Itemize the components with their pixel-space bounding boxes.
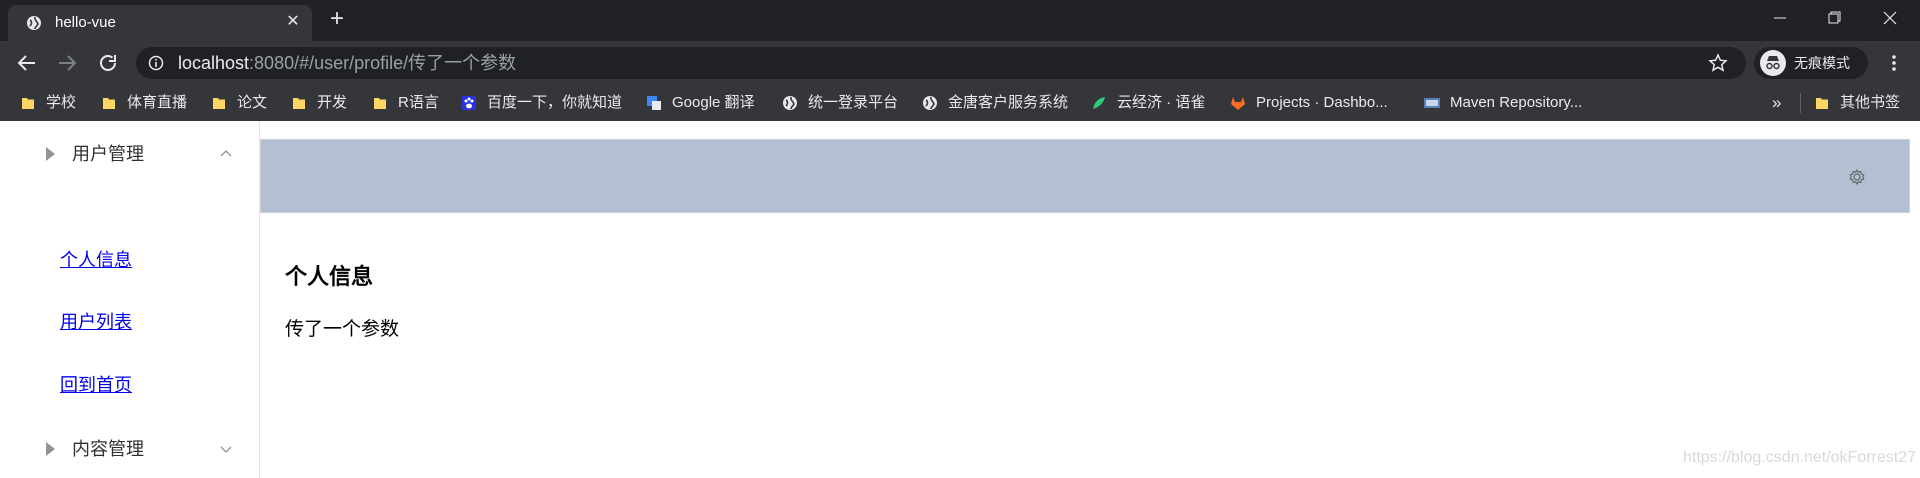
browser-tab[interactable]: hello-vue ✕ [8, 5, 312, 41]
chevron-up-icon [220, 150, 232, 157]
folder-icon [1816, 98, 1828, 109]
yuque-icon [1093, 97, 1105, 109]
more-menu-icon[interactable] [1884, 53, 1904, 73]
baidu-icon [462, 96, 476, 110]
folder-icon [22, 98, 34, 109]
page-title: 个人信息 [285, 264, 374, 289]
globe-icon [27, 16, 41, 30]
new-tab-icon[interactable]: + [325, 7, 349, 32]
folder-icon [103, 98, 115, 109]
bookmark-label: R语言 [398, 94, 439, 111]
globe-icon [923, 96, 937, 110]
folder-icon [293, 98, 305, 109]
incognito-icon [1760, 50, 1786, 76]
bookmarks-bar: 学校 体育直播 论文 开发 R语言 百度一下，你就知道 Google 翻译 统一… [0, 85, 1920, 121]
bookmark-label: 统一登录平台 [808, 94, 899, 111]
folder-icon [374, 98, 386, 109]
bookmarks-divider [1800, 93, 1801, 113]
chevron-down-icon [220, 446, 232, 453]
address-bar[interactable]: localhost:8080/#/user/profile/传了一个参数 [136, 47, 1746, 79]
submenu-user-management[interactable]: 用户管理 [0, 126, 259, 182]
incognito-indicator[interactable]: 无痕模式 [1754, 47, 1868, 79]
bookmark-label: Google 翻译 [672, 94, 755, 111]
gear-icon[interactable] [1848, 168, 1866, 186]
restore-icon[interactable] [1806, 0, 1862, 36]
caret-right-icon [46, 147, 55, 161]
forward-arrow-icon[interactable] [55, 51, 79, 75]
bookmarks-overflow-icon[interactable]: » [1772, 93, 1781, 113]
url-path: :8080/#/user/profile/传了一个参数 [249, 53, 517, 73]
submenu-content-management[interactable]: 内容管理 [0, 421, 259, 477]
google-translate-icon [647, 96, 661, 110]
caret-right-icon [46, 442, 55, 456]
menu-link-home[interactable]: 回到首页 [60, 374, 132, 396]
menu-link-user-list[interactable]: 用户列表 [60, 311, 132, 333]
page-viewport: 用户管理 个人信息 用户列表 回到首页 内容管理 个人信息 传了一个参数 htt… [0, 121, 1920, 478]
bookmark-label: 金唐客户服务系统 [948, 94, 1069, 111]
bookmark-label: 体育直播 [127, 94, 188, 111]
bookmark-label: 其他书签 [1840, 94, 1901, 111]
route-param-text: 传了一个参数 [285, 319, 400, 340]
sidebar-menu: 用户管理 个人信息 用户列表 回到首页 内容管理 [0, 121, 260, 478]
bookmark-label: 百度一下，你就知道 [487, 94, 623, 111]
bookmark-label: 开发 [317, 94, 348, 111]
incognito-label: 无痕模式 [1794, 55, 1850, 71]
bookmark-label: Projects · Dashbo... [1256, 94, 1388, 111]
window-close-icon[interactable] [1862, 0, 1918, 36]
tab-title: hello-vue [55, 14, 116, 31]
bookmark-star-icon[interactable] [1708, 53, 1728, 73]
submenu-label: 用户管理 [72, 144, 144, 164]
tab-close-icon[interactable]: ✕ [284, 13, 302, 31]
minimize-icon[interactable] [1752, 0, 1808, 36]
watermark-text: https://blog.csdn.net/okForrest27 [1683, 449, 1917, 466]
url-host: localhost [178, 53, 250, 73]
browser-tab-strip: hello-vue ✕ + [0, 0, 1920, 41]
folder-icon [213, 98, 225, 109]
bookmark-label: 论文 [237, 94, 268, 111]
bookmark-label: 学校 [46, 94, 77, 111]
back-arrow-icon[interactable] [15, 51, 39, 75]
url-text: localhost:8080/#/user/profile/传了一个参数 [178, 53, 516, 73]
reload-icon[interactable] [96, 51, 120, 75]
maven-icon [1424, 98, 1440, 108]
bookmark-label: Maven Repository... [1450, 94, 1583, 111]
globe-icon [783, 96, 797, 110]
gitlab-icon [1231, 97, 1245, 110]
bookmark-label: 云经济 · 语雀 [1117, 94, 1206, 111]
browser-toolbar: localhost:8080/#/user/profile/传了一个参数 无痕模… [0, 41, 1920, 85]
menu-link-profile[interactable]: 个人信息 [60, 249, 132, 271]
page-header [260, 139, 1910, 213]
submenu-label: 内容管理 [72, 439, 144, 459]
info-icon[interactable] [148, 55, 164, 71]
